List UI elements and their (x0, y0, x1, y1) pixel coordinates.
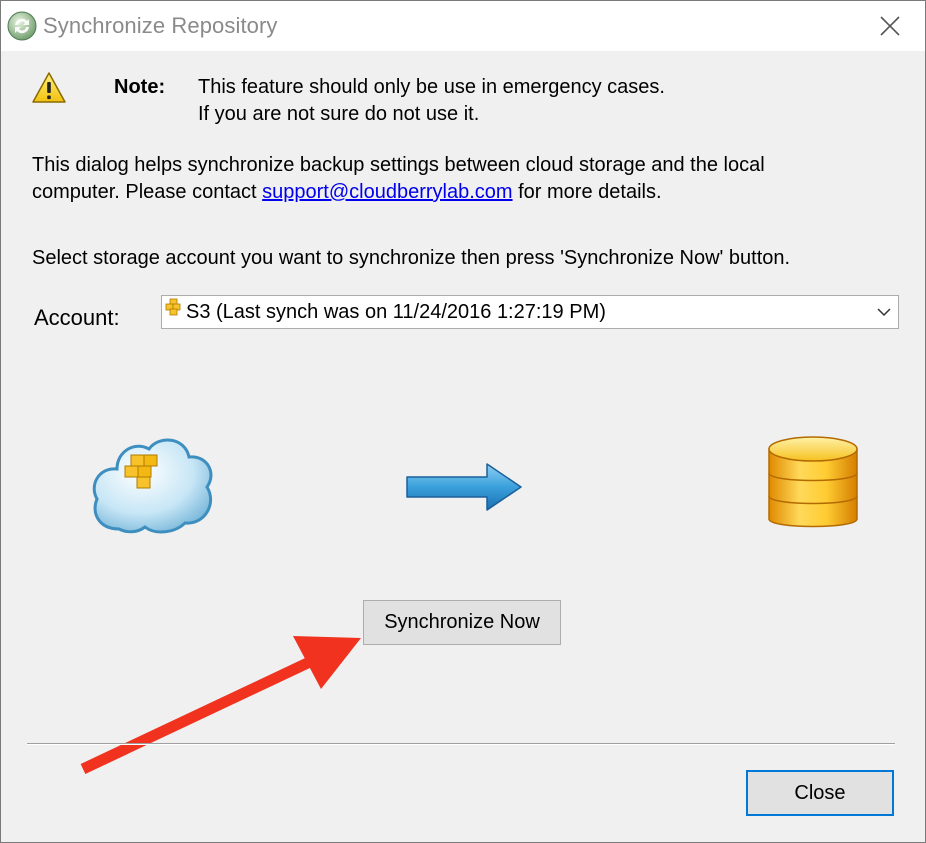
description-prefix: computer. Please contact (32, 181, 263, 203)
account-dropdown[interactable]: S3 (Last synch was on 11/24/2016 1:27:19… (161, 295, 899, 329)
support-email-link[interactable]: support@cloudberrylab.com (262, 181, 512, 203)
arrow-right-icon (406, 463, 522, 511)
database-icon (768, 436, 858, 528)
account-label: Account: (34, 305, 120, 330)
description-suffix: for more details. (512, 181, 662, 203)
close-button[interactable]: Close (746, 770, 894, 816)
synchronize-repository-dialog: Synchronize Repository Note: This featur… (0, 0, 926, 843)
s3-boxes-icon (165, 298, 181, 316)
description-line-2: computer. Please contact support@cloudbe… (32, 181, 662, 204)
instruction-text: Select storage account you want to synch… (32, 247, 791, 269)
note-line-2: If you are not sure do not use it. (198, 103, 480, 125)
warning-icon (32, 72, 66, 103)
cloudberry-sync-icon (7, 11, 37, 41)
chevron-down-icon[interactable] (876, 305, 892, 319)
title-bar: Synchronize Repository (1, 1, 925, 51)
window-title: Synchronize Repository (43, 13, 278, 38)
note-label: Note: (114, 76, 166, 98)
annotation-arrow-icon (80, 636, 361, 774)
description-line-1: This dialog helps synchronize backup set… (32, 154, 765, 176)
account-selected-value: S3 (Last synch was on 11/24/2016 1:27:19… (186, 301, 606, 323)
cloud-storage-icon (92, 438, 213, 534)
close-icon[interactable] (873, 9, 907, 43)
synchronize-now-button[interactable]: Synchronize Now (363, 600, 561, 645)
note-line-1: This feature should only be use in emerg… (198, 76, 665, 98)
footer-separator (27, 743, 895, 745)
